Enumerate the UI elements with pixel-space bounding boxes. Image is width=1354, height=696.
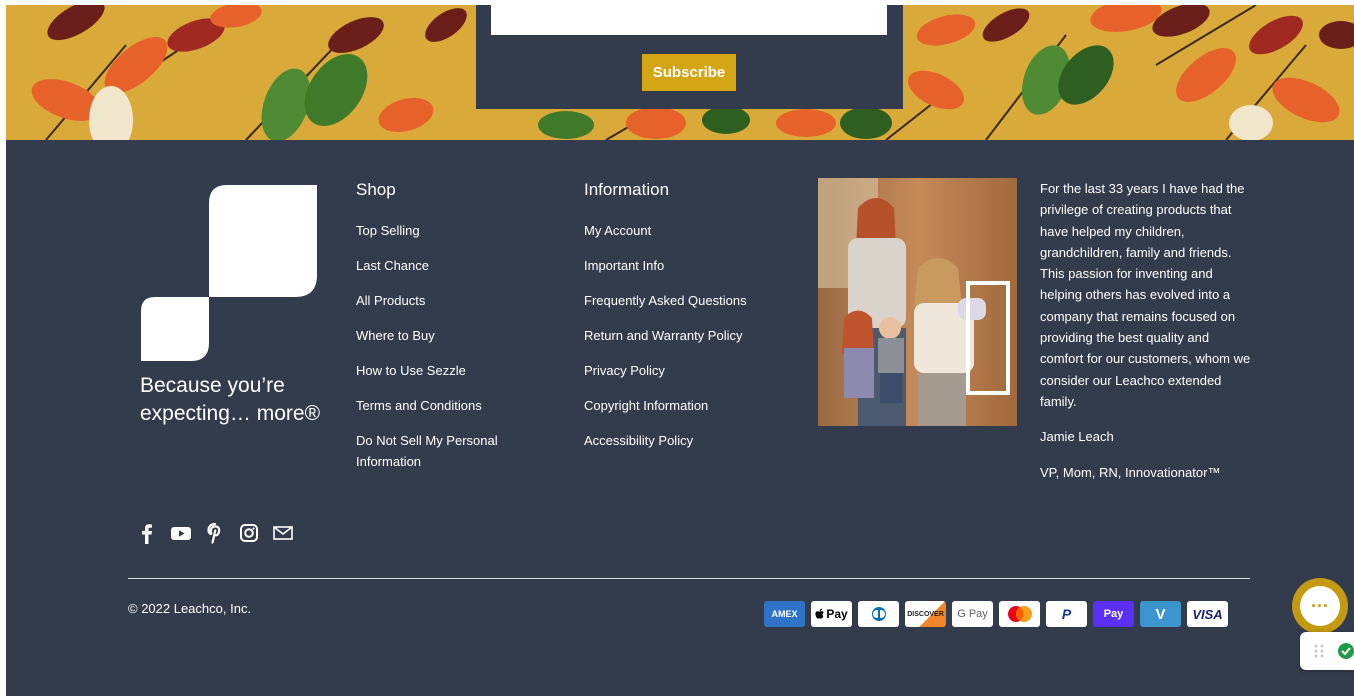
list-item: Top Selling <box>356 220 536 241</box>
shop-link-sezzle[interactable]: How to Use Sezzle <box>356 363 466 378</box>
list-item: Return and Warranty Policy <box>584 325 784 346</box>
footer-divider <box>128 578 1250 579</box>
diners-club-icon <box>858 601 899 627</box>
list-item: Do Not Sell My Personal Information <box>356 430 536 472</box>
apple-pay-icon: Pay <box>811 601 852 627</box>
founder-bio: For the last 33 years I have had the pri… <box>1040 178 1252 497</box>
social-links <box>136 522 294 544</box>
list-item: All Products <box>356 290 536 311</box>
brand-tagline: Because you’re expecting… more® <box>140 372 320 428</box>
tagline-line-2: expecting… more® <box>140 402 321 425</box>
list-item: Privacy Policy <box>584 360 784 381</box>
amex-icon: AMEX <box>764 601 805 627</box>
leachco-logo <box>141 185 317 361</box>
list-item: Where to Buy <box>356 325 536 346</box>
list-item: My Account <box>584 220 784 241</box>
family-photo <box>818 178 1017 426</box>
payment-methods: AMEX Pay DISCOVER G Pay P Pay V VISA <box>764 601 1228 627</box>
shop-heading: Shop <box>356 180 396 199</box>
info-link-my-account[interactable]: My Account <box>584 223 651 238</box>
info-link-copyright[interactable]: Copyright Information <box>584 398 708 413</box>
list-item: Important Info <box>584 255 784 276</box>
bio-role: VP, Mom, RN, Innovationator™ <box>1040 464 1221 480</box>
info-link-privacy[interactable]: Privacy Policy <box>584 363 665 378</box>
newsletter-email-input[interactable] <box>491 5 887 35</box>
discover-icon: DISCOVER <box>905 601 946 627</box>
shop-link-where-to-buy[interactable]: Where to Buy <box>356 328 435 343</box>
list-item: Terms and Conditions <box>356 395 536 416</box>
mastercard-icon <box>999 601 1040 627</box>
google-pay-icon: G Pay <box>952 601 993 627</box>
info-link-return-policy[interactable]: Return and Warranty Policy <box>584 328 742 343</box>
list-item: Copyright Information <box>584 395 784 416</box>
pinterest-icon[interactable] <box>204 522 226 544</box>
shop-link-terms[interactable]: Terms and Conditions <box>356 398 482 413</box>
shop-pay-icon: Pay <box>1093 601 1134 627</box>
chat-bubble-icon: ··· <box>1300 586 1340 626</box>
newsletter-signup: Subscribe <box>476 5 903 109</box>
copyright-text: © 2022 Leachco, Inc. <box>128 601 252 616</box>
bio-text: For the last 33 years I have had the pri… <box>1040 181 1251 409</box>
shop-link-do-not-sell[interactable]: Do Not Sell My Personal Information <box>356 433 498 469</box>
shop-link-last-chance[interactable]: Last Chance <box>356 258 429 273</box>
email-icon[interactable] <box>272 522 294 544</box>
visa-icon: VISA <box>1187 601 1228 627</box>
shop-link-all-products[interactable]: All Products <box>356 293 425 308</box>
paypal-icon: P <box>1046 601 1087 627</box>
facebook-icon[interactable] <box>136 522 158 544</box>
shop-link-top-selling[interactable]: Top Selling <box>356 223 420 238</box>
list-item: Frequently Asked Questions <box>584 290 784 311</box>
trust-badge[interactable] <box>1300 632 1354 670</box>
information-links: My Account Important Info Frequently Ask… <box>584 220 784 465</box>
shop-links: Top Selling Last Chance All Products Whe… <box>356 220 536 486</box>
list-item: How to Use Sezzle <box>356 360 536 381</box>
tagline-line-1: Because you’re <box>140 374 285 397</box>
info-link-accessibility[interactable]: Accessibility Policy <box>584 433 693 448</box>
instagram-icon[interactable] <box>238 522 260 544</box>
venmo-icon: V <box>1140 601 1181 627</box>
list-item: Last Chance <box>356 255 536 276</box>
info-link-important-info[interactable]: Important Info <box>584 258 664 273</box>
list-item: Accessibility Policy <box>584 430 784 451</box>
bio-name: Jamie Leach <box>1040 429 1114 445</box>
subscribe-button[interactable]: Subscribe <box>642 54 736 91</box>
chat-button[interactable]: ··· <box>1292 578 1348 634</box>
info-link-faq[interactable]: Frequently Asked Questions <box>584 293 747 308</box>
site-footer: Because you’re expecting… more® Shop Top… <box>6 140 1354 696</box>
information-heading: Information <box>584 180 670 199</box>
youtube-icon[interactable] <box>170 522 192 544</box>
